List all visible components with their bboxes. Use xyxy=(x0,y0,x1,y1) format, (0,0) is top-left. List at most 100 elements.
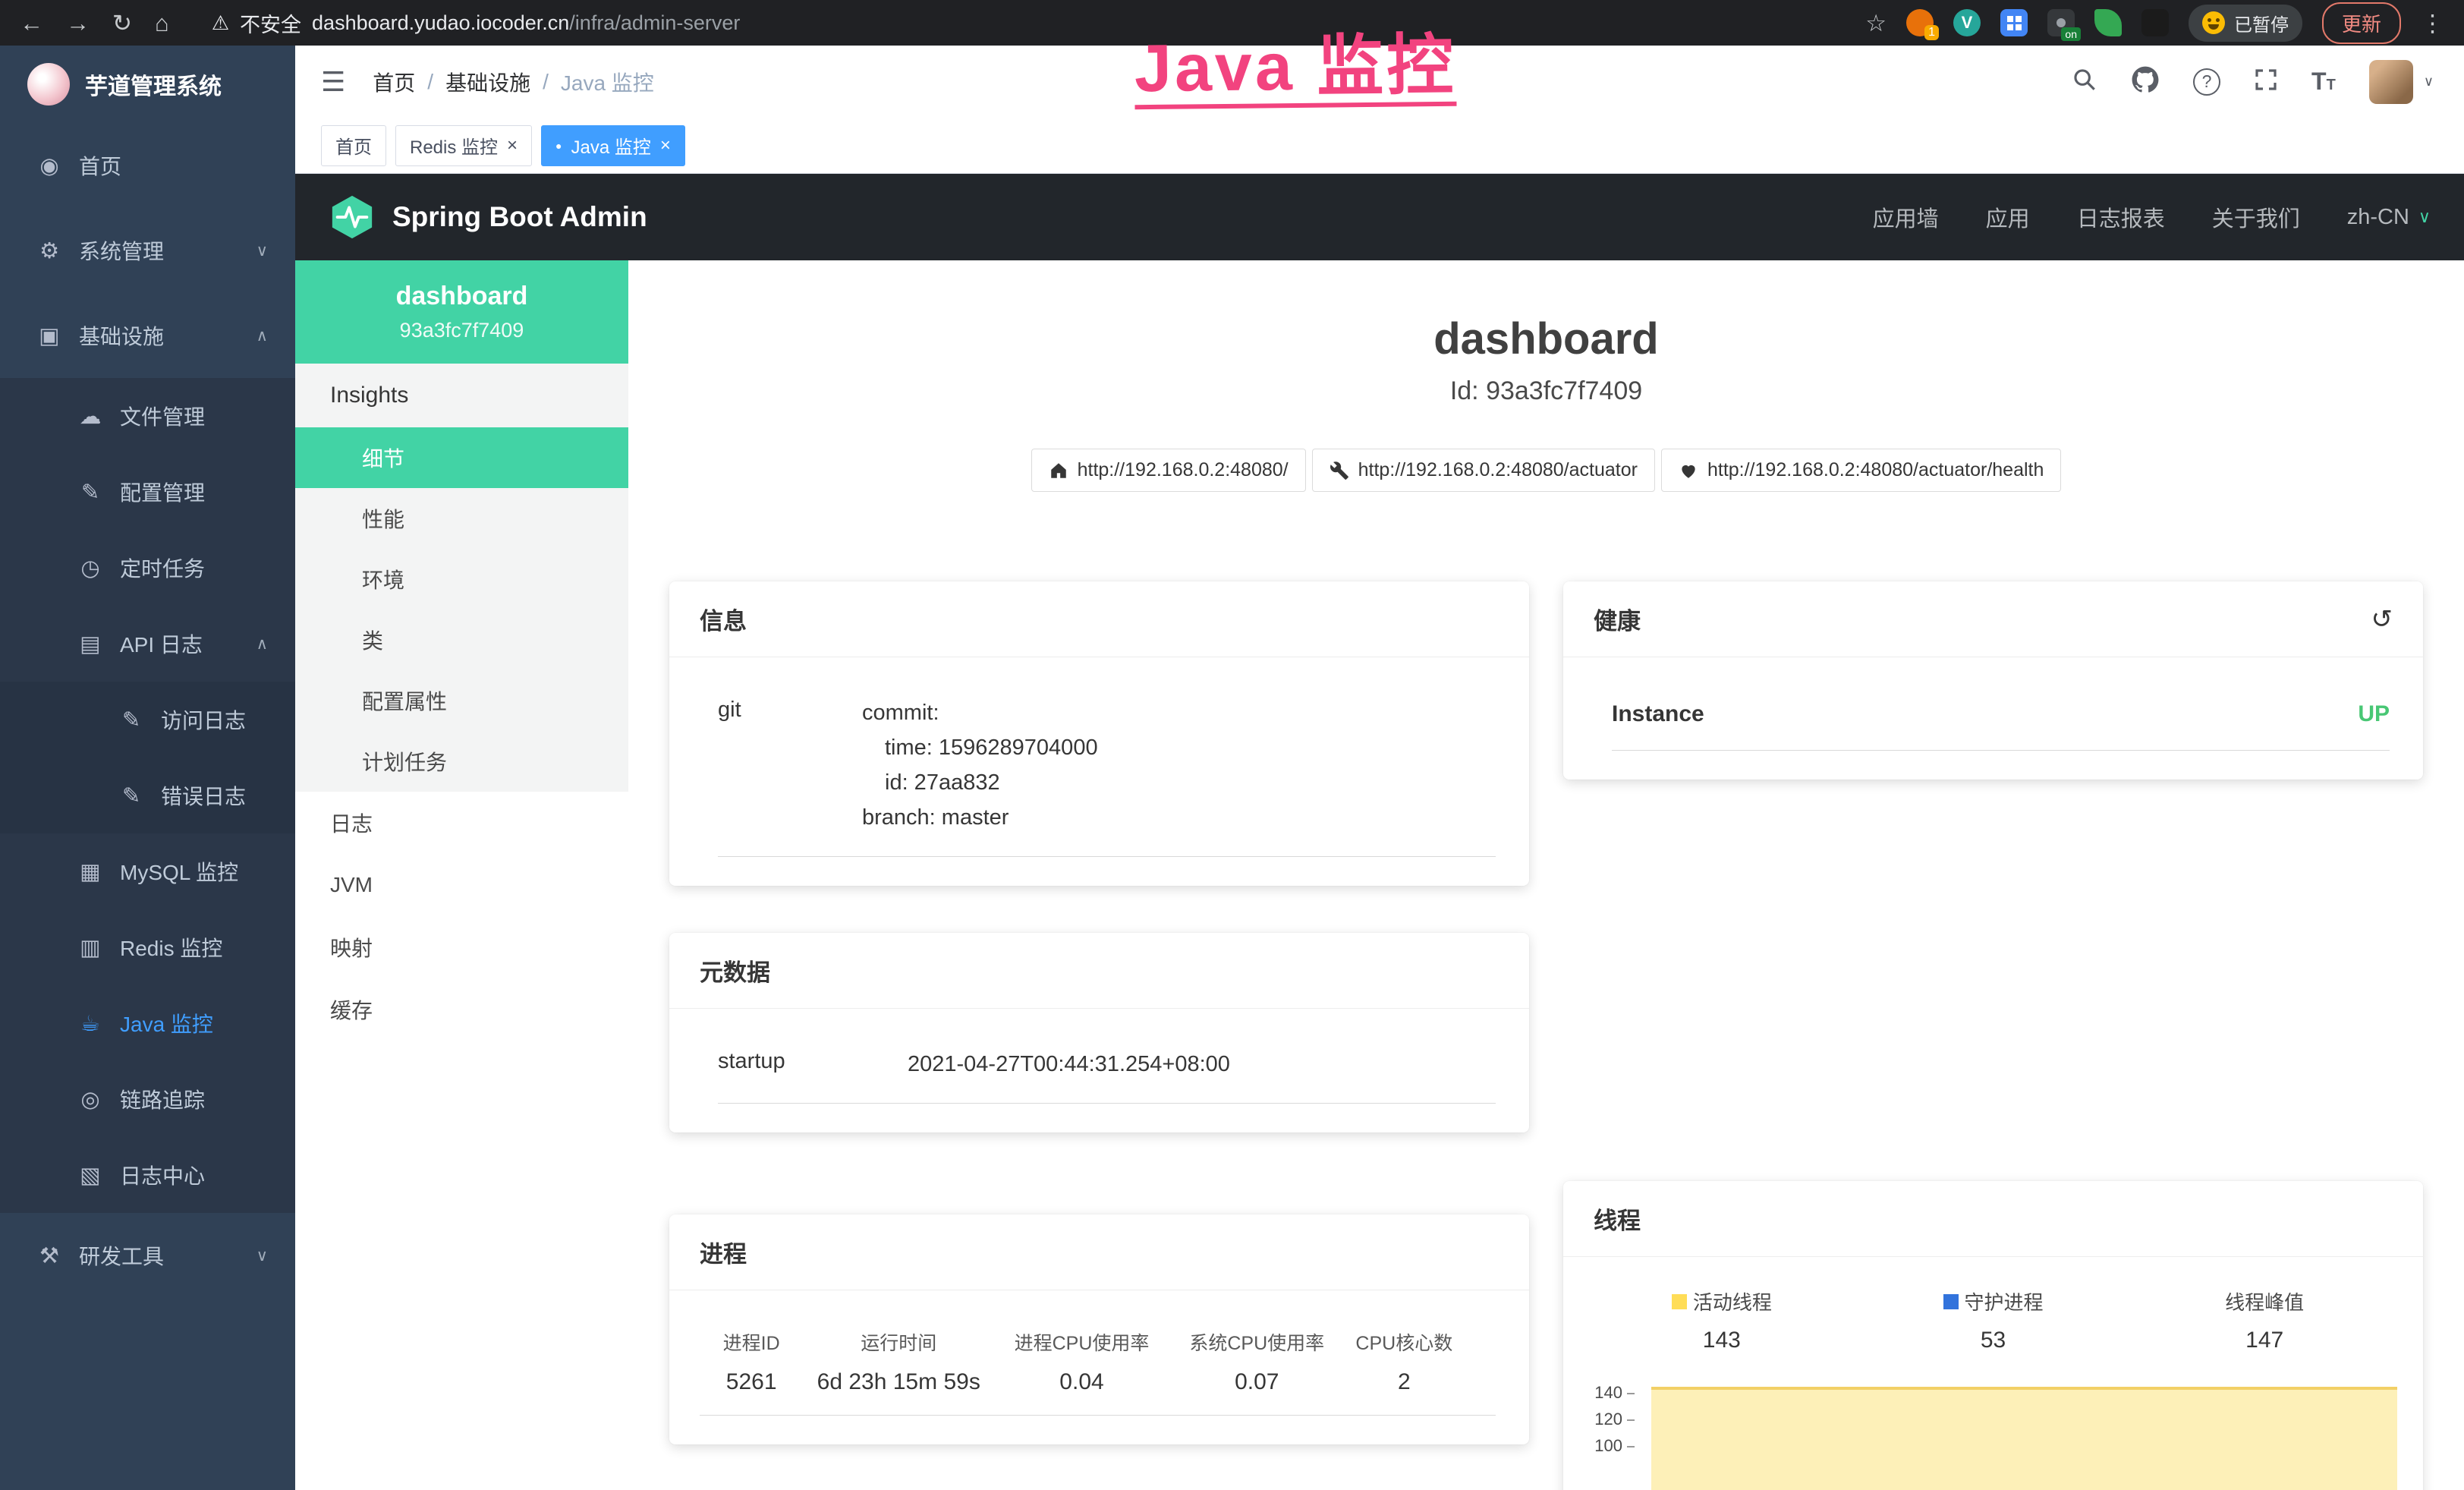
sidebar-item-tracing[interactable]: ◎ 链路追踪 xyxy=(0,1061,295,1137)
search-icon[interactable] xyxy=(2072,67,2097,96)
sidebar-item-mysql-monitor[interactable]: ▦ MySQL 监控 xyxy=(0,833,295,909)
chrome-menu-icon[interactable]: ⋮ xyxy=(2421,11,2444,35)
sba-item-mappings[interactable]: 映射 xyxy=(295,916,628,978)
breadcrumb-infra[interactable]: 基础设施 xyxy=(445,67,530,97)
avatar[interactable] xyxy=(2369,60,2413,104)
history-icon[interactable]: ↺ xyxy=(2371,606,2393,632)
sba-instance-header[interactable]: dashboard 93a3fc7f7409 xyxy=(295,260,628,364)
sidebar-item-error-logs[interactable]: ✎ 错误日志 xyxy=(0,758,295,833)
sba-item-logs[interactable]: 日志 xyxy=(295,792,628,854)
sidebar-item-access-logs[interactable]: ✎ 访问日志 xyxy=(0,682,295,758)
sidebar-menu: ◉ 首页 ⚙ 系统管理 ∨ ▣ 基础设施 ∧ ☁ 文件管理 ✎ 配置管理 xyxy=(0,123,295,1298)
reload-icon[interactable]: ↻ xyxy=(112,11,132,35)
extension-tampermonkey-icon[interactable] xyxy=(2141,9,2169,36)
sba-item-config-props[interactable]: 配置属性 xyxy=(295,670,628,731)
address-bar[interactable]: ⚠ 不安全 dashboard.yudao.iocoder.cn/infra/a… xyxy=(212,8,741,38)
fullscreen-icon[interactable] xyxy=(2254,68,2278,96)
process-col-uptime: 运行时间 6d 23h 15m 59s xyxy=(803,1328,994,1395)
legend-swatch-blue xyxy=(1943,1294,1959,1309)
health-url-button[interactable]: http://192.168.0.2:48080/actuator/health xyxy=(1661,449,2061,492)
font-size-icon[interactable]: TT xyxy=(2311,68,2336,96)
cloud-icon: ☁ xyxy=(73,403,108,430)
clock-icon: ◷ xyxy=(73,555,108,581)
document-icon: ▤ xyxy=(73,631,108,657)
paused-extension-chip[interactable]: 已暂停 xyxy=(2189,5,2302,42)
sba-nav-applications[interactable]: 应用 xyxy=(1986,201,2030,233)
sba-item-details[interactable]: 细节 xyxy=(295,427,628,488)
service-url-button[interactable]: http://192.168.0.2:48080/ xyxy=(1031,449,1306,492)
extension-leaf-icon[interactable] xyxy=(2094,9,2122,36)
sidebar-item-label: 文件管理 xyxy=(120,401,205,431)
sba-item-scheduled-tasks[interactable]: 计划任务 xyxy=(295,731,628,792)
sidebar-item-redis-monitor[interactable]: ▥ Redis 监控 xyxy=(0,909,295,985)
sba-item-classes[interactable]: 类 xyxy=(295,610,628,670)
help-icon[interactable]: ? xyxy=(2193,68,2220,96)
sidebar-item-scheduled-jobs[interactable]: ◷ 定时任务 xyxy=(0,530,295,606)
health-status-badge: UP xyxy=(2358,701,2390,727)
close-icon[interactable]: × xyxy=(507,135,518,156)
sba-item-jvm[interactable]: JVM xyxy=(295,854,628,916)
sidebar-item-config-manage[interactable]: ✎ 配置管理 xyxy=(0,454,295,530)
back-icon[interactable]: ← xyxy=(20,11,43,35)
sidebar-item-label: 基础设施 xyxy=(79,320,164,351)
edit-icon: ✎ xyxy=(114,707,149,733)
sba-item-caches[interactable]: 缓存 xyxy=(295,978,628,1041)
y-tick-100: 100 xyxy=(1586,1436,1635,1456)
sidebar-item-file-manage[interactable]: ☁ 文件管理 xyxy=(0,378,295,454)
heart-icon xyxy=(1679,461,1698,480)
github-icon[interactable] xyxy=(2131,65,2160,98)
sidebar-item-home[interactable]: ◉ 首页 xyxy=(0,123,295,208)
sidebar-item-java-monitor[interactable]: ☕ Java 监控 xyxy=(0,985,295,1061)
sba-instance-name: dashboard xyxy=(396,282,528,311)
info-value: commit: time: 1596289704000 id: 27aa832 … xyxy=(862,695,1098,835)
health-row-instance[interactable]: Instance UP xyxy=(1612,676,2390,751)
legend-label: 线程峰值 xyxy=(2225,1287,2304,1315)
metadata-row-startup: startup 2021-04-27T00:44:31.254+08:00 xyxy=(718,1027,1496,1104)
sba-brand[interactable]: Spring Boot Admin xyxy=(329,194,647,241)
process-value: 6d 23h 15m 59s xyxy=(803,1369,994,1395)
tab-java-monitor[interactable]: ● Java 监控 × xyxy=(541,125,685,166)
threads-chart: 140 120 100 xyxy=(1586,1376,2400,1490)
forward-icon[interactable]: → xyxy=(66,11,90,35)
extension-grid-icon[interactable] xyxy=(2000,9,2028,36)
breadcrumb-current: Java 监控 xyxy=(561,67,654,97)
tab-redis-monitor[interactable]: Redis 监控 × xyxy=(395,125,532,166)
health-url: http://192.168.0.2:48080/actuator/health xyxy=(1707,459,2044,481)
sba-language-select[interactable]: zh-CN ∨ xyxy=(2347,205,2431,230)
sidebar-item-dev-tools[interactable]: ⚒ 研发工具 ∨ xyxy=(0,1213,295,1298)
sidebar-item-infra[interactable]: ▣ 基础设施 ∧ xyxy=(0,293,295,378)
sba-nav-about[interactable]: 关于我们 xyxy=(2212,201,2300,233)
paused-label: 已暂停 xyxy=(2234,10,2289,36)
sba-item-metrics[interactable]: 性能 xyxy=(295,488,628,549)
breadcrumb-home[interactable]: 首页 xyxy=(373,67,415,97)
process-value: 2 xyxy=(1345,1369,1464,1395)
home-icon[interactable]: ⌂ xyxy=(155,11,169,35)
actuator-url: http://192.168.0.2:48080/actuator xyxy=(1358,459,1638,481)
extension-vue-devtools-icon[interactable]: V xyxy=(1953,9,1981,36)
sidebar-item-label: 研发工具 xyxy=(79,1240,164,1271)
extension-orange-icon[interactable]: 1 xyxy=(1906,9,1934,36)
avatar-caret-icon[interactable]: ∨ xyxy=(2424,74,2434,90)
sba-nav-journal[interactable]: 日志报表 xyxy=(2077,201,2165,233)
sba-item-environment[interactable]: 环境 xyxy=(295,549,628,610)
process-header: CPU核心数 xyxy=(1345,1328,1464,1356)
tab-home[interactable]: 首页 xyxy=(321,125,386,166)
process-value: 0.04 xyxy=(994,1369,1169,1395)
sba-nav-wallboard[interactable]: 应用墙 xyxy=(1873,201,1939,233)
process-col-pid: 进程ID 5261 xyxy=(700,1328,803,1395)
close-icon[interactable]: × xyxy=(660,135,671,156)
chrome-update-button[interactable]: 更新 xyxy=(2322,2,2401,44)
actuator-url-button[interactable]: http://192.168.0.2:48080/actuator xyxy=(1312,449,1655,492)
sidebar-item-api-logs[interactable]: ▤ API 日志 ∧ xyxy=(0,606,295,682)
bookmark-star-icon[interactable]: ☆ xyxy=(1865,11,1887,35)
tab-label: Redis 监控 xyxy=(410,132,498,159)
extension-switchy-icon[interactable]: on xyxy=(2047,9,2075,36)
threads-legend: 活动线程 143 守护进程 53 线程峰值 14 xyxy=(1586,1272,2400,1356)
sidebar-item-label: Java 监控 xyxy=(120,1008,213,1038)
sba-section-insights: Insights xyxy=(295,364,628,427)
sidebar-toggle-icon[interactable]: ☰ xyxy=(321,66,345,98)
sidebar-item-log-center[interactable]: ▧ 日志中心 xyxy=(0,1137,295,1213)
breadcrumb: 首页 / 基础设施 / Java 监控 xyxy=(373,67,654,97)
process-value: 0.07 xyxy=(1169,1369,1345,1395)
sidebar-item-system[interactable]: ⚙ 系统管理 ∨ xyxy=(0,208,295,293)
